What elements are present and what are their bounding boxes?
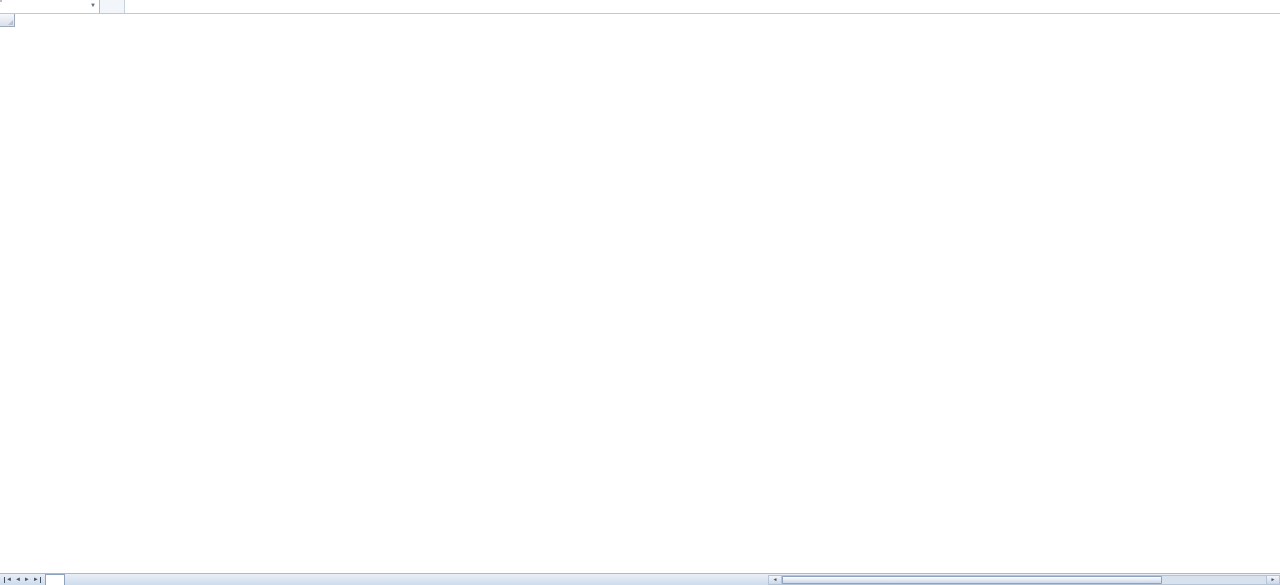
tab-navigation: ◄ ◄ ► ► [0, 576, 45, 583]
scroll-left-icon[interactable]: ◄ [769, 576, 782, 584]
horizontal-scrollbar[interactable]: ◄ ► [768, 575, 1280, 585]
scroll-right-icon[interactable]: ► [1266, 576, 1279, 584]
sheet-tab-bar: ◄ ◄ ► ► ◄ ► [0, 573, 1280, 585]
formula-bar: ▼ [0, 0, 1280, 14]
column-headers [0, 14, 1280, 27]
last-sheet-icon[interactable]: ► [33, 576, 41, 583]
name-box[interactable]: ▼ [0, 0, 100, 13]
series2-chart[interactable] [0, 0, 2, 2]
fx-icon[interactable] [100, 0, 125, 13]
name-box-dropdown-icon[interactable]: ▼ [90, 3, 96, 9]
formula-input[interactable] [125, 0, 1280, 13]
first-sheet-icon[interactable]: ◄ [4, 576, 12, 583]
excel-window: ▼ ◄ ◄ ► ► ◄ ► [0, 0, 1280, 585]
next-sheet-icon[interactable]: ► [24, 577, 30, 583]
row-headers [0, 27, 15, 573]
sheet-grid[interactable] [15, 27, 1280, 573]
scrollbar-thumb[interactable] [782, 576, 1162, 584]
prev-sheet-icon[interactable]: ◄ [15, 577, 21, 583]
sheet-tab-active[interactable] [44, 573, 65, 585]
